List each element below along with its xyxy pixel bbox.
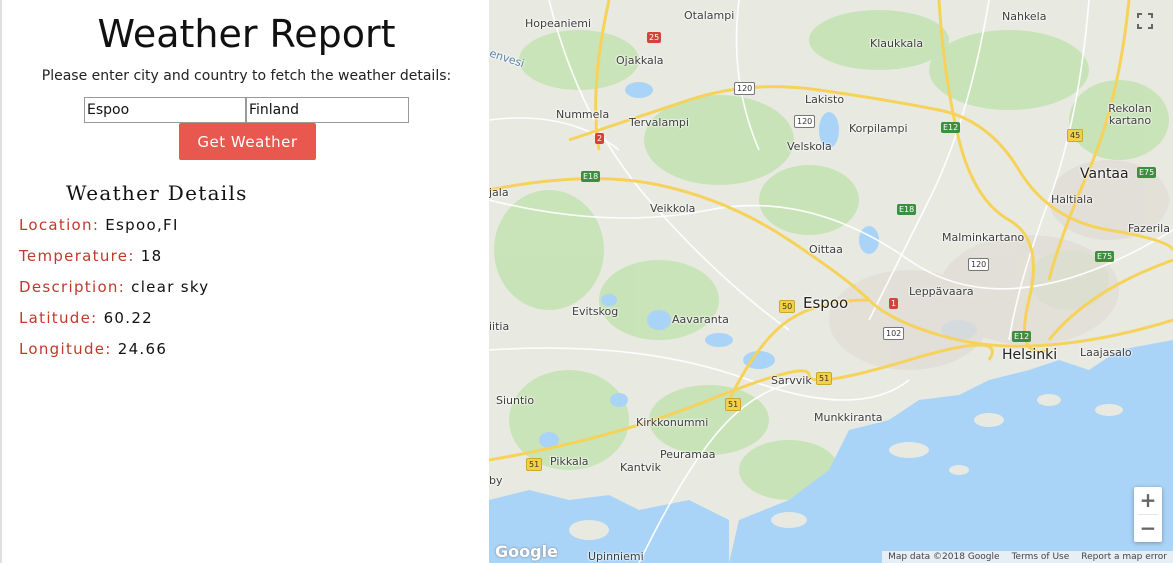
map-label-fazerila: Fazerila [1128,222,1170,235]
page: Weather Report Please enter city and cou… [0,0,1173,563]
description-value: clear sky [131,278,210,296]
terms-of-use-link[interactable]: Terms of Use [1012,551,1070,563]
temperature-row: Temperature: 18 [19,247,162,265]
road-shield-51: 51 [526,458,543,471]
map-label-sarvvik: Sarvvik [771,374,812,387]
road-shield-1: 1 [889,298,899,309]
map-label-aavaranta: Aavaranta [672,313,729,326]
road-shield-45: 45 [1067,129,1084,142]
map-label-helsinki: Helsinki [1002,347,1058,363]
map-label-haltiala: Haltiala [1051,193,1093,206]
map-label-kantvik: Kantvik [620,461,661,474]
instructions-text: Please enter city and country to fetch t… [41,68,452,84]
location-label: Location: [19,216,100,234]
longitude-value: 24.66 [117,340,168,358]
map-label-peuramaa: Peuramaa [660,448,716,461]
map-label-ojakkala: Ojakkala [616,54,664,67]
zoom-control: + − [1134,487,1162,542]
road-shield-120: 120 [794,115,816,128]
map-attribution: Map data ©2018 Google Terms of Use Repor… [882,551,1173,563]
road-shield-51: 51 [725,398,742,411]
road-shield-e75: E75 [1137,167,1157,178]
zoom-out-button[interactable]: − [1134,515,1162,542]
road-shield-e18: E18 [581,171,601,182]
map-label-hopeaniemi: Hopeaniemi [525,17,592,30]
road-shield-e18: E18 [897,204,917,215]
road-shield-e12: E12 [941,122,961,133]
road-shield-51: 51 [816,372,833,385]
map-label-pikkala: Pikkala [550,455,589,468]
map-label-velskola: Velskola [787,140,832,153]
map-label-korpilampi: Korpilampi [849,122,908,135]
map-label-iitia: iitia [489,320,510,333]
temperature-value: 18 [140,247,163,265]
page-title: Weather Report [97,12,396,56]
get-weather-button[interactable]: Get Weather [179,123,316,160]
road-shield-120: 120 [734,82,756,95]
map-label-oittaa: Oittaa [809,243,843,256]
map-label-klaukkala: Klaukkala [870,37,924,50]
fullscreen-button[interactable] [1132,8,1158,34]
map-label-by: by [489,474,503,487]
map-label-veikkola: Veikkola [650,202,696,215]
weather-panel: Weather Report Please enter city and cou… [0,0,489,563]
map-tiles [489,0,1173,563]
road-shield-e75: E75 [1095,251,1115,262]
description-row: Description: clear sky [19,278,210,296]
road-shield-120: 120 [968,258,990,271]
road-shield-e12: E12 [1012,331,1032,342]
map-label-jala: jala [489,186,509,199]
map-label-vantaa: Vantaa [1080,166,1129,182]
longitude-label: Longitude: [19,340,112,358]
location-row: Location: Espoo,FI [19,216,179,234]
map-label-evitskog: Evitskog [572,305,619,318]
google-logo[interactable]: Google [495,542,558,561]
map[interactable]: Hopeaniemi Otalampi Nahkela Klaukkala en… [489,0,1173,563]
map-label-tervalampi: Tervalampi [629,116,689,129]
temperature-label: Temperature: [19,247,135,265]
map-label-otalampi: Otalampi [684,9,735,22]
map-label-upinniemi: Upinniemi [588,550,644,563]
location-value: Espoo,FI [105,216,179,234]
latitude-value: 60.22 [103,309,154,327]
map-label-lakisto: Lakisto [805,93,845,106]
map-label-nummela: Nummela [556,108,610,121]
road-shield-50: 50 [779,300,796,313]
road-shield-102: 102 [883,327,905,340]
map-label-siuntio: Siuntio [496,394,535,407]
map-data-text: Map data ©2018 Google [888,552,1000,562]
map-label-munkkiranta: Munkkiranta [814,411,883,424]
map-label-nahkela: Nahkela [1002,10,1047,23]
longitude-row: Longitude: 24.66 [19,340,167,358]
weather-details-heading: Weather Details [66,181,248,205]
description-label: Description: [19,278,126,296]
map-label-malminkartano: Malminkartano [942,231,1025,244]
map-label-espoo: Espoo [803,294,849,312]
fullscreen-icon [1137,13,1153,29]
map-label-laajasalo: Laajasalo [1080,346,1132,359]
city-input[interactable] [84,97,246,123]
map-label-leppavaara: Leppävaara [909,285,974,298]
road-shield-2: 2 [595,133,605,144]
report-map-error-link[interactable]: Report a map error [1081,551,1167,563]
zoom-in-button[interactable]: + [1134,487,1162,514]
latitude-row: Latitude: 60.22 [19,309,153,327]
road-shield-25: 25 [647,32,662,43]
map-label-kirkkonummi: Kirkkonummi [636,416,709,429]
latitude-label: Latitude: [19,309,98,327]
map-label-rekolan-kartano: Rekolan kartano [1108,102,1152,127]
country-input[interactable] [246,97,409,123]
